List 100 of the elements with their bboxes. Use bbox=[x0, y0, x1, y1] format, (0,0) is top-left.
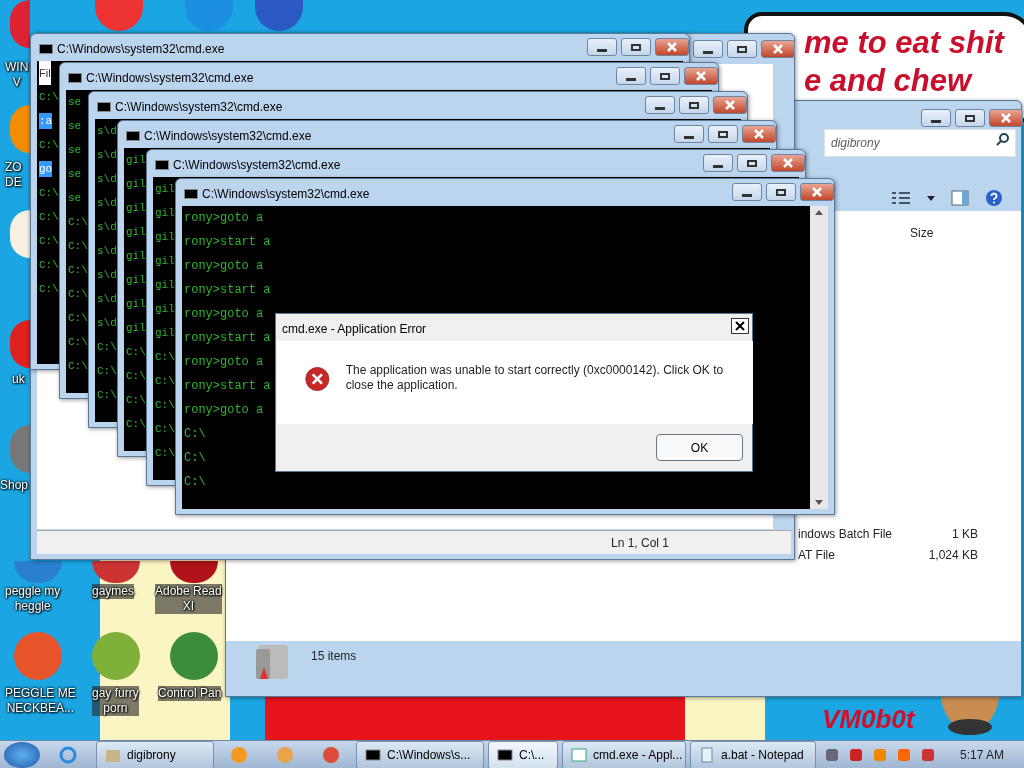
close-button[interactable] bbox=[731, 318, 749, 334]
taskbar-button[interactable]: a.bat - Notepad bbox=[690, 740, 816, 768]
minimize-button[interactable] bbox=[645, 96, 675, 114]
console-text: s\d bbox=[97, 220, 117, 235]
close-icon bbox=[811, 187, 823, 197]
file-type-cell-text: indows Batch File bbox=[798, 526, 893, 543]
start-button[interactable] bbox=[4, 741, 40, 768]
console-text: rony>goto a bbox=[184, 402, 264, 419]
maximize-button[interactable] bbox=[737, 154, 767, 172]
console-text: C:\ bbox=[68, 287, 88, 302]
media-player-icon bbox=[230, 745, 248, 764]
icon-label: Control Pan bbox=[158, 686, 222, 701]
maximize-button[interactable] bbox=[621, 38, 651, 56]
console-icon bbox=[97, 102, 111, 112]
clock: 5:17 AM bbox=[959, 746, 1004, 764]
console-text: C:\ bbox=[39, 90, 59, 105]
browser-icon bbox=[58, 744, 78, 765]
maximize-button[interactable] bbox=[708, 125, 738, 143]
taskbar-button[interactable]: digibrony bbox=[96, 740, 214, 768]
maximize-icon bbox=[737, 45, 747, 53]
console-text: se bbox=[68, 95, 82, 110]
maximize-icon bbox=[718, 130, 728, 138]
console-icon bbox=[184, 189, 198, 199]
console-text: gil bbox=[155, 278, 175, 293]
console-text: se bbox=[68, 167, 82, 182]
console-text: gil bbox=[126, 321, 146, 336]
console-text: s\d bbox=[97, 316, 117, 331]
column-header[interactable]: Size bbox=[910, 224, 934, 242]
taskbar-button[interactable]: cmd.exe - Appl... bbox=[562, 740, 686, 768]
error-message: The application was unable to start correctly (0xc0000142). Click OK to close the application. bbox=[345, 363, 725, 393]
file-size-cell-text: 1,024 KB bbox=[927, 547, 978, 564]
close-icon bbox=[772, 44, 784, 54]
help-icon bbox=[985, 189, 1003, 207]
console-icon bbox=[497, 746, 513, 763]
close-icon bbox=[724, 100, 736, 110]
taskbar-button[interactable]: C:\... bbox=[488, 740, 558, 768]
search-field[interactable]: digibrony bbox=[824, 129, 1016, 157]
wallpaper-text: me to eat shit bbox=[804, 24, 1006, 62]
taskbar-button[interactable]: C:\Windows\s... bbox=[356, 740, 484, 768]
minimize-button[interactable] bbox=[703, 154, 733, 172]
scrollbar[interactable] bbox=[810, 206, 828, 509]
console-text: gil bbox=[126, 297, 146, 312]
console-icon bbox=[365, 746, 381, 763]
minimize-button[interactable] bbox=[693, 40, 723, 58]
preview-pane-icon bbox=[951, 190, 969, 206]
console-text: go bbox=[39, 161, 53, 177]
maximize-button[interactable] bbox=[679, 96, 709, 114]
close-icon bbox=[695, 71, 707, 81]
chrome-icon bbox=[322, 745, 340, 764]
maximize-button[interactable] bbox=[650, 67, 680, 85]
console-icon bbox=[126, 131, 140, 141]
file-size-cell-text: 1 KB bbox=[951, 526, 978, 543]
console-text: C:\ bbox=[97, 340, 117, 355]
scroll-up-icon bbox=[815, 210, 823, 215]
notepad-icon bbox=[699, 746, 715, 763]
console-text: rony>start a bbox=[184, 378, 271, 395]
console-text: gil bbox=[155, 254, 175, 269]
minimize-button[interactable] bbox=[587, 38, 617, 56]
maximize-button[interactable] bbox=[727, 40, 757, 58]
scroll-down-icon bbox=[815, 500, 823, 505]
console-text: C:\ bbox=[68, 239, 88, 254]
console-text: gil bbox=[155, 326, 175, 341]
console-text: rony>start a bbox=[184, 330, 271, 347]
console-text: C:\ bbox=[68, 215, 88, 230]
speaker-icon bbox=[919, 746, 936, 763]
window-title: C:\Windows\system32\cmd.exe bbox=[86, 70, 254, 87]
console-text: C:\ bbox=[68, 311, 88, 326]
icon-label: ZO DE bbox=[5, 160, 22, 190]
minimize-icon bbox=[684, 135, 694, 139]
console-text: :a bbox=[39, 113, 53, 129]
minimize-button[interactable] bbox=[921, 109, 951, 127]
icon-label: peggle my heggle bbox=[5, 584, 61, 614]
window-title: C:\Windows\system32\cmd.exe bbox=[173, 157, 341, 174]
console-text: s\d bbox=[97, 124, 117, 139]
console-text: s\d bbox=[97, 148, 117, 163]
console-text: rony>goto a bbox=[184, 354, 264, 371]
console-text: rony>goto a bbox=[184, 210, 264, 227]
console-text: C:\ bbox=[97, 364, 117, 379]
search-icon bbox=[996, 132, 1010, 146]
console-text: C:\ bbox=[68, 335, 88, 350]
maximize-button[interactable] bbox=[955, 109, 985, 127]
window-title: C:\Windows\system32\cmd.exe bbox=[144, 128, 312, 145]
minimize-icon bbox=[597, 48, 607, 52]
maximize-icon bbox=[747, 159, 757, 167]
console-text: C:\ bbox=[155, 422, 175, 437]
console-text: rony>start a bbox=[184, 282, 271, 299]
console-text: C:\ bbox=[155, 446, 175, 461]
maximize-icon bbox=[660, 72, 670, 80]
dialog-title: cmd.exe - Application Error bbox=[282, 321, 427, 338]
console-text: C:\ bbox=[39, 258, 59, 273]
ok-button[interactable]: OK bbox=[656, 434, 743, 461]
minimize-button[interactable] bbox=[616, 67, 646, 85]
desktop-icon[interactable] bbox=[92, 561, 140, 583]
window-title: C:\Windows\system32\cmd.exe bbox=[57, 41, 225, 58]
console-text: Fil bbox=[39, 61, 51, 85]
maximize-button[interactable] bbox=[766, 183, 796, 201]
console-text: C:\ bbox=[184, 474, 206, 491]
console-text: C:\ bbox=[39, 186, 59, 201]
close-icon bbox=[782, 158, 794, 168]
minimize-button[interactable] bbox=[732, 183, 762, 201]
